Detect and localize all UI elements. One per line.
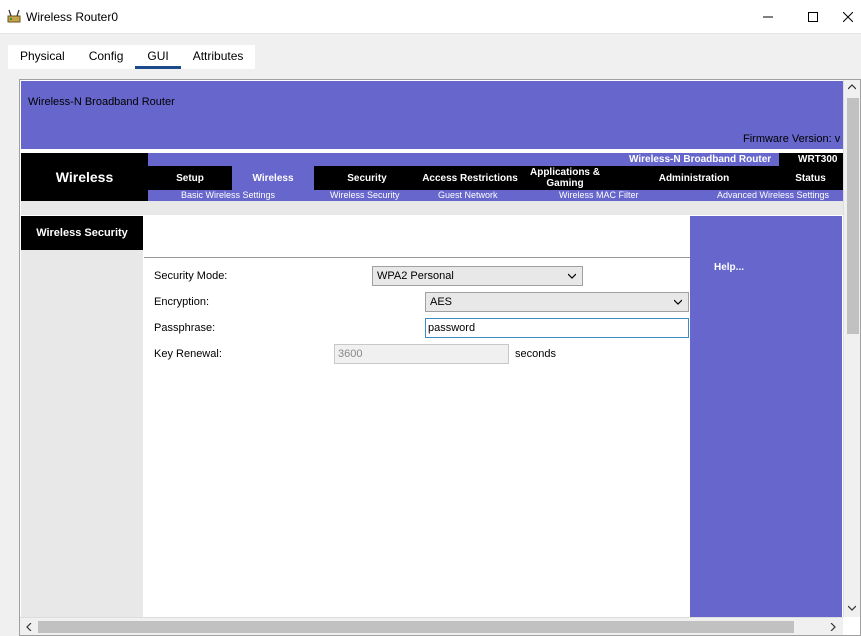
left-column: [21, 216, 143, 635]
horizontal-scroll-thumb[interactable]: [38, 621, 794, 633]
tab-strip: Physical Config GUI Attributes: [8, 45, 256, 69]
tab-gui[interactable]: GUI: [135, 45, 181, 69]
nav-applications-gaming[interactable]: Applications & Gaming: [520, 166, 610, 190]
window-titlebar: Wireless Router0: [0, 0, 861, 34]
nav-security[interactable]: Security: [314, 166, 420, 190]
minimize-button[interactable]: [745, 0, 791, 34]
encryption-select[interactable]: AES: [425, 292, 689, 312]
nav-menu: Wireless-N Broadband Router WRT300 Setup…: [148, 153, 843, 201]
firmware-version: Firmware Version: v: [743, 133, 841, 145]
nav-setup[interactable]: Setup: [148, 166, 232, 190]
subnav-basic-wireless[interactable]: Basic Wireless Settings: [181, 190, 275, 201]
nav-status[interactable]: Status: [778, 166, 843, 190]
scroll-up-icon[interactable]: [847, 82, 857, 94]
router-web-frame: Wireless-N Broadband Router Firmware Ver…: [19, 79, 861, 636]
security-mode-select[interactable]: WPA2 Personal: [372, 266, 583, 286]
nav-main-row: Setup Wireless Security Access Restricti…: [148, 166, 843, 190]
passphrase-label: Passphrase:: [154, 322, 216, 334]
minimize-icon: [763, 16, 773, 18]
nav-top-band: Wireless-N Broadband Router WRT300: [148, 153, 843, 166]
key-renewal-unit: seconds: [515, 348, 556, 360]
subnav-advanced-wireless[interactable]: Advanced Wireless Settings: [717, 190, 829, 201]
maximize-icon: [808, 12, 818, 22]
model-number: WRT300: [779, 153, 843, 166]
security-mode-value: WPA2 Personal: [377, 270, 454, 282]
tab-attributes[interactable]: Attributes: [180, 45, 256, 69]
encryption-label: Encryption:: [154, 296, 210, 308]
nav-spacer: [21, 201, 843, 215]
vertical-scrollbar[interactable]: [843, 80, 860, 617]
scroll-left-icon[interactable]: [25, 622, 33, 634]
nav-wireless[interactable]: Wireless: [232, 166, 314, 190]
subnav-guest-network[interactable]: Guest Network: [438, 190, 498, 201]
tab-physical[interactable]: Physical: [8, 45, 77, 69]
tab-config[interactable]: Config: [76, 45, 136, 69]
product-name: Wireless-N Broadband Router: [629, 154, 772, 165]
nav-administration[interactable]: Administration: [610, 166, 778, 190]
vertical-scroll-thumb[interactable]: [847, 98, 859, 334]
subnav-wireless-security[interactable]: Wireless Security: [330, 190, 400, 201]
passphrase-input[interactable]: password: [425, 318, 689, 338]
chevron-down-icon: [674, 299, 682, 305]
key-renewal-input[interactable]: 3600: [334, 344, 509, 364]
router-model-title: Wireless-N Broadband Router: [28, 96, 175, 108]
router-app-icon: [7, 9, 21, 23]
key-renewal-label: Key Renewal:: [154, 348, 222, 360]
nav-access-restrictions[interactable]: Access Restrictions: [420, 166, 520, 190]
page-section-label: Wireless Security: [21, 216, 143, 250]
encryption-value: AES: [430, 296, 453, 308]
scroll-down-icon[interactable]: [847, 603, 857, 615]
subnav-mac-filter[interactable]: Wireless MAC Filter: [559, 190, 639, 201]
nav-sub-row: Basic Wireless Settings Wireless Securit…: [148, 190, 843, 201]
settings-panel: Security Mode: WPA2 Personal Encryption:…: [143, 216, 689, 635]
security-mode-label: Security Mode:: [154, 270, 228, 282]
chevron-down-icon: [568, 273, 576, 279]
close-button[interactable]: [835, 0, 861, 34]
router-nav: Wireless Wireless-N Broadband Router WRT…: [21, 153, 843, 201]
horizontal-scrollbar[interactable]: [20, 617, 843, 635]
section-divider: [144, 257, 690, 258]
section-name: Wireless: [21, 153, 148, 201]
window-title: Wireless Router0: [26, 10, 119, 24]
router-header: Wireless-N Broadband Router Firmware Ver…: [21, 81, 843, 149]
help-link[interactable]: Help...: [714, 262, 744, 273]
maximize-button[interactable]: [790, 0, 836, 34]
scroll-right-icon[interactable]: [829, 622, 837, 634]
close-icon: [843, 12, 853, 22]
help-panel: Help...: [690, 216, 842, 635]
